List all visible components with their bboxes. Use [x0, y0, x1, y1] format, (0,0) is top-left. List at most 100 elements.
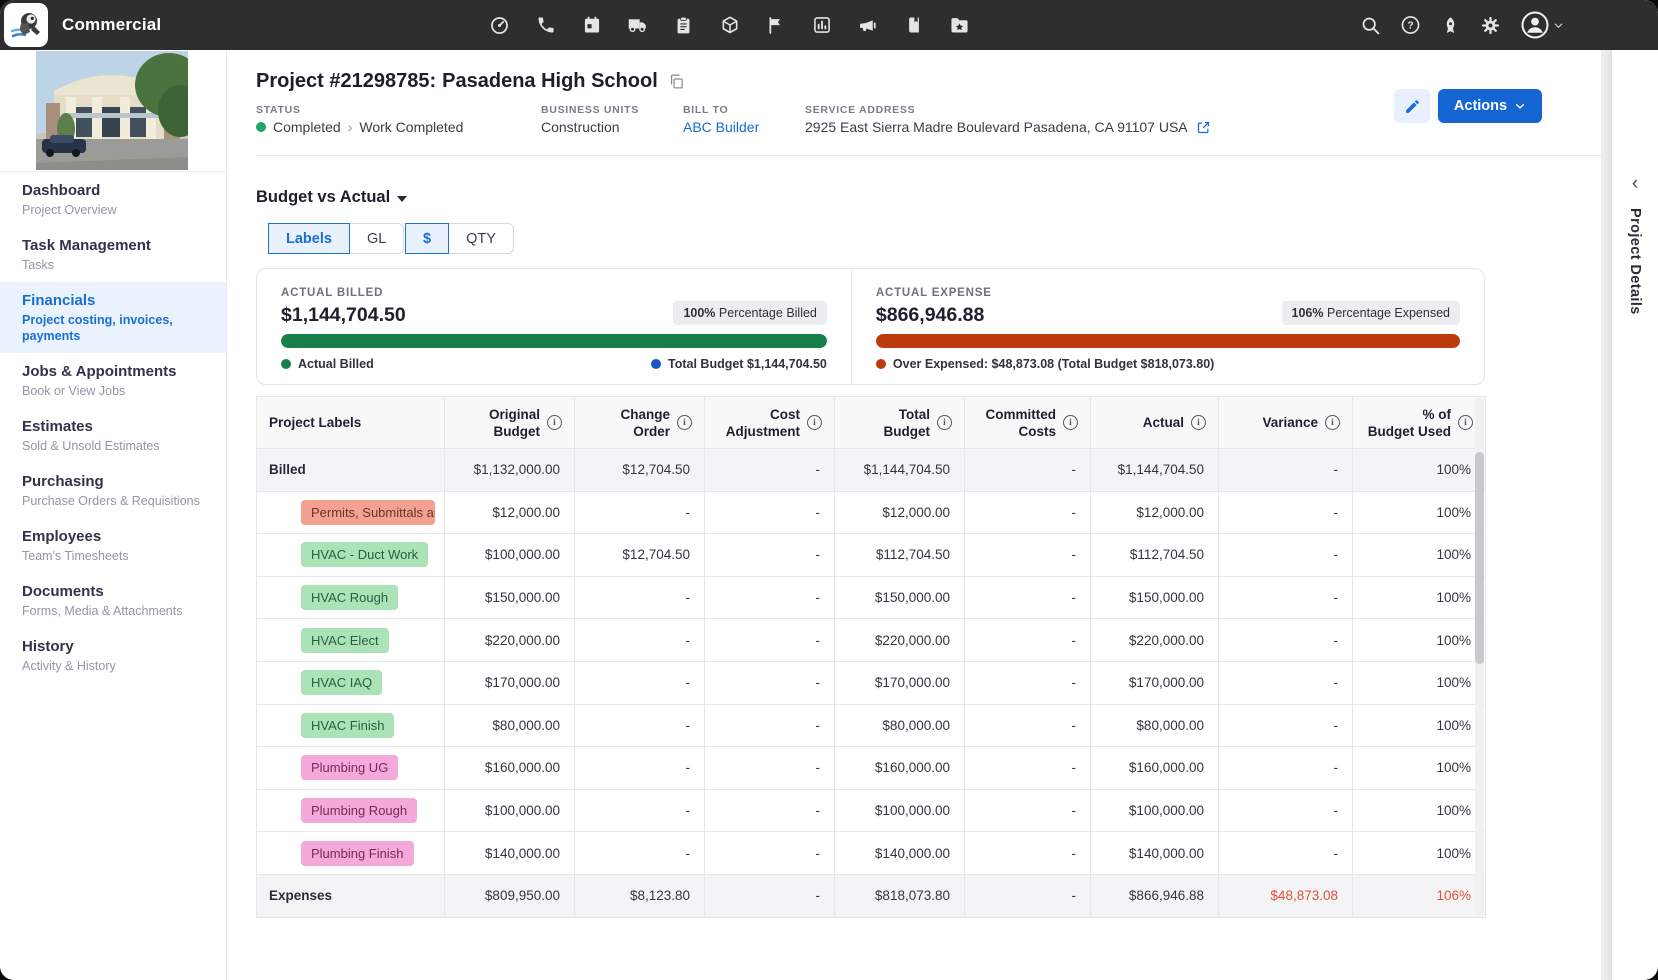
badge-text: Percentage Expensed: [1327, 306, 1450, 320]
company-logo[interactable]: [4, 3, 48, 47]
edit-project-button[interactable]: [1394, 89, 1430, 123]
external-link-icon[interactable]: [1196, 120, 1211, 135]
info-icon[interactable]: [1325, 415, 1340, 430]
bill-to-link[interactable]: ABC Builder: [683, 119, 759, 135]
original-budget-cell: $1,132,000.00: [445, 449, 575, 492]
sidebar-item[interactable]: Task Management Tasks: [0, 227, 226, 282]
label-chip[interactable]: HVAC Rough: [301, 585, 398, 610]
help-icon[interactable]: ?: [1400, 15, 1421, 36]
table-row[interactable]: HVAC - Duct Work $100,000.00 $12,704.50 …: [257, 534, 1486, 577]
sidebar-item[interactable]: Dashboard Project Overview: [0, 172, 226, 227]
change-order-cell: -: [575, 704, 705, 747]
sidebar-item-subtitle: Book or View Jobs: [22, 383, 216, 399]
label-chip[interactable]: HVAC IAQ: [301, 670, 382, 695]
committed-costs-cell: -: [965, 619, 1091, 662]
committed-costs-cell: -: [965, 491, 1091, 534]
info-icon[interactable]: [1063, 415, 1078, 430]
label-chip[interactable]: HVAC - Duct Work: [301, 542, 428, 567]
table-row[interactable]: Permits, Submittals an $12,000.00 - - $1…: [257, 491, 1486, 534]
toggle-button[interactable]: GL: [349, 223, 404, 254]
total-budget-cell: $160,000.00: [835, 747, 965, 790]
actions-button[interactable]: Actions: [1438, 89, 1542, 123]
column-header: Cost Adjustment: [705, 397, 835, 449]
toggle-button[interactable]: Labels: [268, 223, 350, 254]
follow-ups-flag-icon[interactable]: [765, 15, 786, 36]
committed-costs-cell: -: [965, 832, 1091, 875]
chevron-down-icon: [1553, 20, 1564, 31]
expense-legend: Over Expensed: $48,873.08 (Total Budget …: [876, 357, 1460, 371]
table-row[interactable]: Plumbing Finish $140,000.00 - - $140,000…: [257, 832, 1486, 875]
search-icon[interactable]: [1360, 15, 1381, 36]
account-menu[interactable]: [1520, 10, 1564, 40]
percentage-billed-badge: 100% Percentage Billed: [673, 301, 826, 325]
cost-adjustment-cell: -: [705, 874, 835, 917]
sidebar-item[interactable]: Jobs & Appointments Book or View Jobs: [0, 353, 226, 408]
calendar-icon[interactable]: [581, 15, 602, 36]
sidebar-item-subtitle: Project costing, invoices, payments: [22, 312, 216, 344]
table-row[interactable]: Billed $1,132,000.00 $12,704.50 - $1,144…: [257, 449, 1486, 492]
project-details-panel[interactable]: ‹ Project Details: [1611, 50, 1658, 980]
sidebar-item[interactable]: Purchasing Purchase Orders & Requisition…: [0, 463, 226, 518]
committed-costs-cell: -: [965, 534, 1091, 577]
original-budget-cell: $12,000.00: [445, 491, 575, 534]
content-scroll-gutter: [1601, 50, 1611, 980]
phone-icon[interactable]: [535, 15, 556, 36]
sidebar-item[interactable]: History Activity & History: [0, 628, 226, 683]
projects-folder-icon[interactable]: [949, 15, 970, 36]
label-chip[interactable]: Permits, Submittals an: [301, 500, 435, 525]
settings-gear-icon[interactable]: [1480, 15, 1501, 36]
row-label-cell: Plumbing UG: [257, 747, 445, 790]
table-row[interactable]: HVAC Elect $220,000.00 - - $220,000.00 -…: [257, 619, 1486, 662]
copy-icon[interactable]: [668, 73, 685, 95]
badge-text: Percentage Billed: [719, 306, 817, 320]
original-budget-cell: $150,000.00: [445, 576, 575, 619]
cost-adjustment-cell: -: [705, 534, 835, 577]
whats-new-rocket-icon[interactable]: [1440, 15, 1461, 36]
sidebar-item-subtitle: Sold & Unsold Estimates: [22, 438, 216, 454]
section-title-dropdown[interactable]: Budget vs Actual: [256, 188, 407, 207]
row-label: Expenses: [269, 888, 332, 903]
reports-chart-icon[interactable]: [811, 15, 832, 36]
project-sidebar: Dashboard Project Overview Task Manageme…: [0, 50, 227, 980]
inventory-cube-icon[interactable]: [719, 15, 740, 36]
table-scrollbar-thumb[interactable]: [1475, 452, 1484, 664]
label-chip[interactable]: Plumbing UG: [301, 755, 398, 780]
info-icon[interactable]: [937, 415, 952, 430]
pricebook-icon[interactable]: [903, 15, 924, 36]
info-icon[interactable]: [807, 415, 822, 430]
chevron-down-icon: [1514, 100, 1526, 112]
info-icon[interactable]: [1458, 415, 1473, 430]
info-icon[interactable]: [547, 415, 562, 430]
dashboard-icon[interactable]: [489, 15, 510, 36]
marketing-megaphone-icon[interactable]: [857, 15, 878, 36]
toggle-button[interactable]: QTY: [448, 223, 514, 254]
table-row[interactable]: Plumbing UG $160,000.00 - - $160,000.00 …: [257, 747, 1486, 790]
green-dot-icon: [281, 359, 291, 369]
invoices-clipboard-icon[interactable]: [673, 15, 694, 36]
sidebar-item-title: Dashboard: [22, 181, 216, 200]
label-chip[interactable]: HVAC Finish: [301, 713, 394, 738]
project-details-label: Project Details: [1627, 208, 1643, 315]
variance-cell: -: [1219, 449, 1353, 492]
table-row[interactable]: Plumbing Rough $100,000.00 - - $100,000.…: [257, 789, 1486, 832]
info-icon[interactable]: [677, 415, 692, 430]
total-budget-cell: $112,704.50: [835, 534, 965, 577]
table-row[interactable]: HVAC Rough $150,000.00 - - $150,000.00 -…: [257, 576, 1486, 619]
info-icon[interactable]: [1191, 415, 1206, 430]
table-row[interactable]: Expenses $809,950.00 $8,123.80 - $818,07…: [257, 874, 1486, 917]
budget-used-cell: 100%: [1353, 449, 1486, 492]
sidebar-item[interactable]: Employees Team's Timesheets: [0, 518, 226, 573]
expand-panel-chevron-icon[interactable]: ‹: [1632, 174, 1638, 193]
sidebar-item[interactable]: Financials Project costing, invoices, pa…: [0, 282, 226, 353]
dispatch-truck-icon[interactable]: [627, 15, 648, 36]
label-chip[interactable]: HVAC Elect: [301, 628, 389, 653]
label-chip[interactable]: Plumbing Rough: [301, 798, 417, 823]
committed-costs-cell: -: [965, 449, 1091, 492]
sidebar-item[interactable]: Documents Forms, Media & Attachments: [0, 573, 226, 628]
table-row[interactable]: HVAC IAQ $170,000.00 - - $170,000.00 - $…: [257, 661, 1486, 704]
table-row[interactable]: HVAC Finish $80,000.00 - - $80,000.00 - …: [257, 704, 1486, 747]
toggle-button[interactable]: $: [405, 223, 449, 254]
label-chip[interactable]: Plumbing Finish: [301, 841, 414, 866]
variance-cell: -: [1219, 661, 1353, 704]
sidebar-item[interactable]: Estimates Sold & Unsold Estimates: [0, 408, 226, 463]
